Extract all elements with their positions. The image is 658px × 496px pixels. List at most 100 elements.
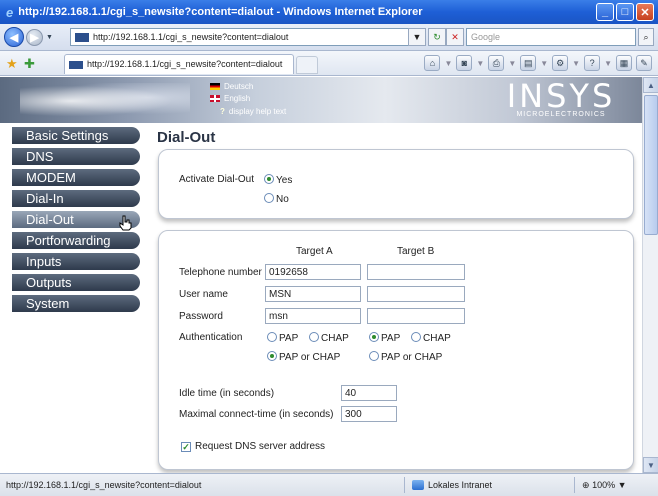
auth-b-both-label: PAP or CHAP — [381, 352, 443, 363]
phone-b-input[interactable] — [367, 264, 465, 280]
nav-item-outputs[interactable]: Outputs — [12, 274, 140, 291]
back-button[interactable]: ◀ — [4, 27, 24, 47]
help-icon[interactable]: ? — [584, 55, 601, 71]
command-bar: ⌂ ▼ ◙ ▼ ⎙ ▼ ▤ ▼ ⚙ ▼ ? ▼ ▦ ✎ — [424, 55, 652, 71]
scroll-thumb[interactable] — [644, 95, 658, 235]
auth-a-chap-radio[interactable]: CHAP — [309, 332, 349, 344]
idle-input[interactable]: 40 — [341, 385, 397, 401]
zone-label: Lokales Intranet — [428, 480, 493, 490]
zoom-magnifier-icon: ⊕ — [582, 480, 590, 490]
vertical-scrollbar[interactable]: ▲ ▼ — [642, 77, 658, 473]
user-a-input[interactable]: MSN — [265, 286, 361, 302]
window-title: http://192.168.1.1/cgi_s_newsite?content… — [18, 6, 423, 18]
maxconn-label: Maximal connect-time (in seconds) — [179, 409, 334, 420]
page-menu-icon[interactable]: ▤ — [520, 55, 537, 71]
zoom-level[interactable]: ⊕ 100% ▼ — [582, 480, 627, 491]
research-icon[interactable]: ▦ — [616, 55, 632, 71]
radio-icon — [411, 332, 421, 342]
user-b-input[interactable] — [367, 286, 465, 302]
new-tab-button[interactable] — [296, 56, 318, 74]
close-button[interactable]: ✕ — [636, 3, 654, 21]
flag-uk-icon — [210, 95, 220, 102]
maxconn-input[interactable]: 300 — [341, 406, 397, 422]
address-input[interactable]: http://192.168.1.1/cgi_s_newsite?content… — [70, 28, 420, 46]
nav-item-dial-in[interactable]: Dial-In — [12, 190, 140, 207]
page-icon — [75, 33, 89, 42]
dns-checkbox[interactable]: ✓ Request DNS server address — [181, 441, 325, 452]
flag-de-icon — [210, 83, 220, 90]
status-divider — [404, 477, 405, 493]
page-title: Dial-Out — [157, 129, 216, 146]
phone-a-input[interactable]: 0192658 — [265, 264, 361, 280]
forward-button[interactable]: ▶ — [26, 28, 43, 46]
favorites-star-icon[interactable]: ★ — [6, 56, 18, 72]
auth-a-both-radio[interactable]: PAP or CHAP — [267, 351, 340, 363]
help-question-icon: ? — [220, 107, 225, 116]
radio-icon — [267, 332, 277, 342]
search-icon[interactable]: ⌕ — [638, 28, 654, 46]
password-label: Password — [179, 311, 223, 322]
maximize-button[interactable]: □ — [616, 3, 634, 21]
insys-logo: INSYS MICROELECTRONICS — [496, 80, 626, 119]
tab-page-icon — [69, 61, 83, 69]
auth-b-both-radio[interactable]: PAP or CHAP — [369, 351, 442, 363]
checkbox-icon: ✓ — [181, 442, 191, 452]
minimize-button[interactable]: _ — [596, 3, 614, 21]
nav-item-dns[interactable]: DNS — [12, 148, 140, 165]
nav-item-portforwarding[interactable]: Portforwarding — [12, 232, 140, 249]
nav-item-modem[interactable]: MODEM — [12, 169, 140, 186]
help-label: display help text — [228, 107, 287, 116]
add-favorites-icon[interactable]: ✚ — [24, 56, 35, 72]
nav-item-system[interactable]: System — [12, 295, 140, 312]
stop-icon[interactable]: ✕ — [446, 28, 464, 46]
auth-b-chap-label: CHAP — [423, 333, 451, 344]
password-a-input[interactable]: msn — [265, 308, 361, 324]
print-icon[interactable]: ⎙ — [488, 55, 505, 71]
auth-a-pap-radio[interactable]: PAP — [267, 332, 298, 344]
auth-a-pap-label: PAP — [279, 333, 299, 344]
nav-item-basic-settings[interactable]: Basic Settings — [12, 127, 140, 144]
activate-yes-label: Yes — [276, 175, 293, 186]
lang-de-label: Deutsch — [224, 82, 254, 91]
activate-yes-radio[interactable]: Yes — [264, 174, 292, 186]
status-url: http://192.168.1.1/cgi_s_newsite?content… — [6, 480, 202, 490]
tab-bar: ★ ✚ http://192.168.1.1/cgi_s_newsite?con… — [0, 51, 658, 76]
target-b-header: Target B — [397, 246, 435, 257]
security-zone[interactable]: Lokales Intranet — [412, 480, 492, 490]
zoom-dropdown-icon: ▼ — [617, 480, 627, 490]
radio-icon — [369, 351, 379, 361]
feeds-icon[interactable]: ◙ — [456, 55, 473, 71]
help-link[interactable]: ? display help text — [220, 107, 286, 116]
idle-label: Idle time (in seconds) — [179, 388, 275, 399]
lang-de-link[interactable]: Deutsch — [210, 82, 253, 91]
home-icon[interactable]: ⌂ — [424, 55, 441, 71]
activate-label: Activate Dial-Out — [179, 174, 255, 185]
radio-yes-icon — [264, 174, 274, 184]
scroll-down-icon[interactable]: ▼ — [643, 457, 658, 473]
history-dropdown-icon[interactable]: ▼ — [46, 34, 53, 41]
activate-no-radio[interactable]: No — [264, 193, 289, 205]
status-bar: http://192.168.1.1/cgi_s_newsite?content… — [0, 473, 658, 496]
address-dropdown-icon[interactable]: ▼ — [408, 28, 426, 46]
header-banner: Deutsch English ? display help text INSY… — [0, 77, 642, 123]
password-b-input[interactable] — [367, 308, 465, 324]
lang-en-link[interactable]: English — [210, 94, 250, 103]
tools-menu-icon[interactable]: ⚙ — [552, 55, 569, 71]
page-viewport: Deutsch English ? display help text INSY… — [0, 77, 642, 473]
refresh-icon[interactable]: ↻ — [428, 28, 446, 46]
ie-logo-icon: e — [6, 4, 14, 20]
activate-no-label: No — [276, 194, 289, 205]
auth-b-pap-radio[interactable]: PAP — [369, 332, 400, 344]
target-a-header: Target A — [296, 246, 333, 257]
zoom-value: 100% — [592, 480, 616, 490]
search-input[interactable]: Google — [466, 28, 636, 46]
hand-cursor-icon — [119, 215, 132, 231]
extra-icon[interactable]: ✎ — [636, 55, 652, 71]
nav-item-inputs[interactable]: Inputs — [12, 253, 140, 270]
auth-b-chap-radio[interactable]: CHAP — [411, 332, 451, 344]
scroll-up-icon[interactable]: ▲ — [643, 77, 658, 93]
banner-graphic — [20, 83, 190, 119]
tab-label: http://192.168.1.1/cgi_s_newsite?content… — [87, 59, 283, 69]
auth-b-pap-label: PAP — [381, 333, 401, 344]
tab-current[interactable]: http://192.168.1.1/cgi_s_newsite?content… — [64, 54, 294, 74]
